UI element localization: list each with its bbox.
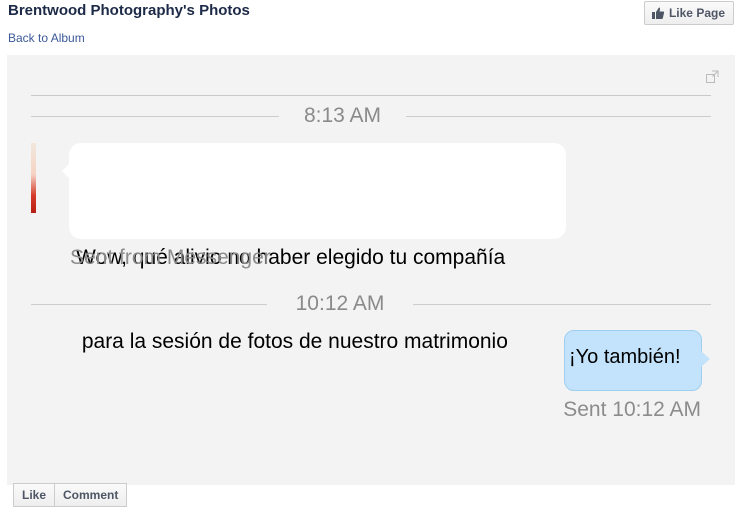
incoming-message-bubble: Wow, qué alivio no haber elegido tu comp…: [62, 143, 566, 353]
incoming-footer: Sent from Messenger: [70, 246, 271, 269]
outgoing-footer: Sent 10:12 AM: [563, 398, 701, 421]
bubble-tail: [62, 163, 70, 179]
like-page-button[interactable]: Like Page: [643, 1, 734, 25]
photo-actions: Like Comment: [13, 483, 128, 507]
separator-line: [413, 304, 711, 305]
separator-line: [406, 116, 711, 117]
thumbs-up-icon: [651, 7, 665, 19]
separator-line: [31, 116, 279, 117]
chat-screenshot: 8:13 AM Wow, qué alivio no haber elegido…: [31, 55, 711, 485]
like-button[interactable]: Like: [13, 483, 56, 507]
outgoing-message-text: ¡Yo también!: [569, 346, 681, 368]
incoming-message-line: para la sesión de fotos de nuestro matri…: [76, 330, 508, 353]
album-title: Brentwood Photography's Photos: [8, 2, 250, 19]
like-page-label: Like Page: [668, 6, 725, 20]
photo-viewer: 8:13 AM Wow, qué alivio no haber elegido…: [7, 55, 735, 485]
expand-icon[interactable]: [706, 70, 719, 83]
time-separator: 8:13 AM: [31, 103, 711, 129]
time-separator-label: 10:12 AM: [295, 292, 385, 315]
comment-button[interactable]: Comment: [55, 483, 128, 507]
time-separator: 10:12 AM: [31, 291, 711, 317]
top-divider: [31, 95, 711, 96]
separator-line: [31, 304, 267, 305]
time-separator-label: 8:13 AM: [303, 104, 382, 127]
outgoing-message-bubble: ¡Yo también!: [564, 330, 710, 391]
back-to-album-link[interactable]: Back to Album: [8, 31, 85, 45]
bubble-tail: [701, 351, 710, 367]
sender-avatar: [31, 143, 36, 213]
